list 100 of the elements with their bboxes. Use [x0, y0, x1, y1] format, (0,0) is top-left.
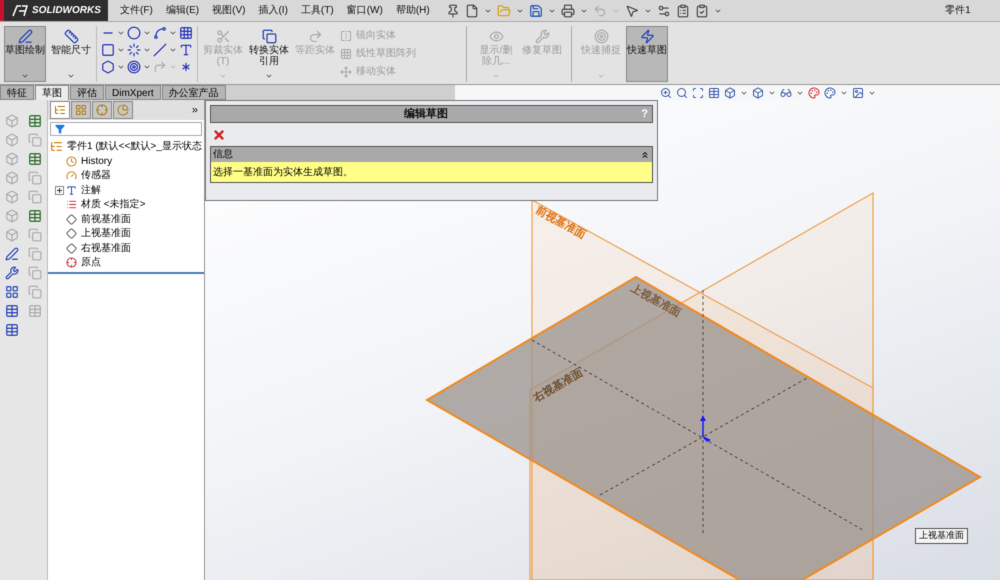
view-tool-icon[interactable]	[692, 86, 704, 98]
view-tool-icon[interactable]	[852, 86, 864, 98]
toolbar-icon[interactable]	[4, 304, 19, 318]
caret-icon[interactable]	[21, 72, 29, 80]
view-tool-icon[interactable]	[780, 86, 792, 98]
toolbar-icon[interactable]	[28, 209, 42, 223]
clock-icon	[66, 156, 77, 167]
caret-icon[interactable]	[169, 46, 177, 54]
sketch-tool-icon[interactable]	[127, 26, 141, 40]
section-header[interactable]: 信息	[211, 147, 652, 162]
view-tool-icon[interactable]	[708, 86, 720, 98]
toolbar-icon[interactable]	[676, 4, 690, 18]
toolbar-icon[interactable]	[4, 247, 19, 261]
tab[interactable]: 特征	[0, 85, 34, 100]
tab[interactable]: 评估	[70, 85, 104, 100]
collapse-icon[interactable]	[640, 150, 650, 160]
expand-panel-button[interactable]: »	[192, 102, 202, 118]
tree-item[interactable]: 上视基准面	[81, 226, 131, 242]
tree-item[interactable]: 前视基准面	[81, 212, 131, 227]
tree-item[interactable]: History	[81, 154, 112, 169]
toolbar-icon[interactable]	[560, 4, 575, 18]
view-tool-icon[interactable]	[824, 86, 836, 98]
sketch-tool-icon[interactable]	[127, 60, 141, 74]
toolbar-icon[interactable]	[656, 4, 671, 18]
section-title: 信息	[213, 148, 234, 162]
part-icon	[50, 140, 63, 153]
target-icon	[594, 29, 608, 44]
diamond-icon	[66, 228, 77, 240]
tree-item[interactable]: 零件1 (默认<<默认>_显示状态	[67, 139, 202, 154]
sketch-tool-icon[interactable]	[101, 43, 115, 57]
tree-item[interactable]: 材质 <未指定>	[81, 197, 146, 212]
menu-item[interactable]: 视图(V)	[212, 3, 246, 18]
menu-item[interactable]: 编辑(E)	[166, 3, 200, 18]
message-text: 选择一基准面为实体生成草图。	[213, 166, 353, 180]
caret-icon[interactable]	[117, 29, 125, 37]
view-tool-icon[interactable]	[676, 86, 688, 98]
filter-icon	[55, 124, 65, 134]
panel-title: 编辑草图	[403, 106, 450, 122]
caret-icon[interactable]	[143, 46, 151, 54]
toolbar-icon[interactable]	[4, 285, 19, 299]
sketch-tool-icon[interactable]	[179, 26, 193, 40]
filter-field[interactable]	[50, 122, 202, 136]
curved-arrow-icon	[308, 29, 322, 44]
gauge-icon	[66, 170, 77, 182]
diamond-icon	[66, 242, 77, 254]
wrench-icon	[534, 29, 550, 44]
toolbar-icon[interactable]	[624, 4, 639, 18]
letter-icon	[66, 184, 77, 196]
view-tool-icon[interactable]	[752, 86, 764, 98]
sketch-tool-icon[interactable]	[153, 26, 167, 40]
list-icon	[66, 199, 77, 210]
toolbar-icon[interactable]	[446, 4, 460, 18]
tab[interactable]: 草图	[35, 85, 69, 100]
caret-icon[interactable]	[117, 46, 125, 54]
move-arrows-icon	[340, 66, 352, 78]
caret-icon[interactable]	[143, 29, 151, 37]
caret-icon[interactable]	[265, 72, 273, 80]
expand-icon[interactable]	[54, 186, 64, 195]
sketch-tool-icon[interactable]	[153, 43, 167, 57]
caret-icon[interactable]	[117, 63, 125, 71]
toolbar-icon[interactable]	[28, 152, 42, 166]
tab[interactable]: DimXpert	[105, 85, 161, 100]
view-tool-icon[interactable]	[660, 86, 672, 98]
ribbon-button[interactable]: 草图绘制	[4, 26, 46, 82]
cancel-button[interactable]	[212, 128, 226, 142]
sketch-tool-icon[interactable]	[179, 43, 193, 57]
sketch-tool-icon[interactable]	[101, 60, 115, 74]
toolbar-icon[interactable]	[28, 114, 42, 128]
scissors-icon	[216, 29, 230, 44]
tree-item[interactable]: 原点	[81, 255, 101, 270]
view-tool-icon[interactable]	[724, 86, 736, 98]
plane-label: 上视基准面	[628, 282, 682, 320]
ribbon-button[interactable]: 快速草图	[626, 26, 668, 82]
menu-item[interactable]: 工具(T)	[300, 3, 334, 18]
tree-item[interactable]: 传感器	[81, 168, 111, 184]
menu-item[interactable]: 文件(F)	[120, 3, 153, 18]
diamond-icon	[66, 214, 77, 225]
eye-icon	[488, 29, 504, 44]
panel-tab[interactable]	[50, 101, 70, 119]
caret-icon[interactable]	[169, 29, 177, 37]
tree-item[interactable]: 注解	[81, 182, 101, 198]
ribbon-button[interactable]: 转换实体引用	[248, 26, 290, 82]
menu-item[interactable]: 帮助(H)	[396, 3, 430, 18]
sketch-tool-icon[interactable]	[127, 43, 141, 57]
view-tool-icon[interactable]	[808, 86, 820, 98]
menu-item[interactable]: 窗口(W)	[346, 3, 383, 18]
toolbar-icon[interactable]	[694, 4, 709, 18]
crosshair-icon	[96, 104, 108, 116]
toolbar-icon[interactable]	[4, 323, 19, 337]
menu-item[interactable]: 插入(I)	[258, 3, 288, 18]
caret-icon[interactable]	[143, 63, 151, 71]
caret-icon[interactable]	[67, 72, 75, 80]
ribbon-button[interactable]: 智能尺寸	[50, 26, 92, 82]
mirror-icon	[340, 30, 352, 42]
toolbar-icon[interactable]	[528, 4, 543, 18]
toolbar-icon[interactable]	[464, 4, 479, 18]
tree-item[interactable]: 右视基准面	[81, 240, 131, 256]
tab[interactable]: 办公室产品	[162, 85, 226, 100]
crosshair-icon	[66, 257, 77, 268]
toolbar-icon[interactable]	[4, 266, 19, 280]
